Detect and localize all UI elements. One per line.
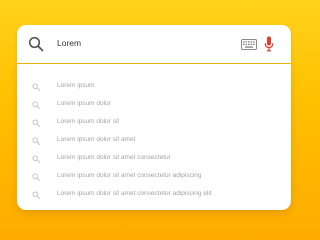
search-input[interactable]: Lorem	[57, 38, 81, 48]
search-icon	[32, 137, 40, 145]
suggestion-list: Lorem ipsum Lorem ipsum dolor Lorem ipsu…	[17, 64, 291, 210]
suggestion-item[interactable]: Lorem ipsum dolor sit amet consectetur	[17, 151, 291, 167]
suggestion-item[interactable]: Lorem ipsum dolor sit amet consectetur a…	[17, 187, 291, 203]
suggestion-item[interactable]: Lorem ipsum dolor sit	[17, 115, 291, 131]
suggestion-text: Lorem ipsum dolor sit amet consectetur	[57, 154, 171, 161]
suggestion-item[interactable]: Lorem ipsum dolor	[17, 97, 291, 113]
suggestion-text: Lorem ipsum dolor sit amet	[57, 136, 136, 143]
search-bar[interactable]: Lorem	[17, 25, 291, 63]
suggestion-text: Lorem ipsum	[57, 82, 95, 89]
suggestion-text: Lorem ipsum dolor	[57, 100, 111, 107]
search-icon	[32, 119, 40, 127]
suggestion-item[interactable]: Lorem ipsum dolor sit amet	[17, 133, 291, 149]
suggestion-text: Lorem ipsum dolor sit amet consectetur a…	[57, 190, 212, 197]
search-icon[interactable]	[28, 36, 44, 52]
search-icon	[32, 155, 40, 163]
microphone-icon[interactable]	[264, 36, 274, 52]
search-icon	[32, 101, 40, 109]
suggestion-text: Lorem ipsum dolor sit amet consectetur a…	[57, 172, 202, 179]
suggestion-item[interactable]: Lorem ipsum dolor sit amet consectetur a…	[17, 169, 291, 185]
suggestion-item[interactable]: Lorem ipsum	[17, 79, 291, 95]
search-icon	[32, 83, 40, 91]
keyboard-icon[interactable]	[241, 39, 257, 50]
search-icon	[32, 191, 40, 199]
suggestion-text: Lorem ipsum dolor sit	[57, 118, 120, 125]
search-icon	[32, 173, 40, 181]
